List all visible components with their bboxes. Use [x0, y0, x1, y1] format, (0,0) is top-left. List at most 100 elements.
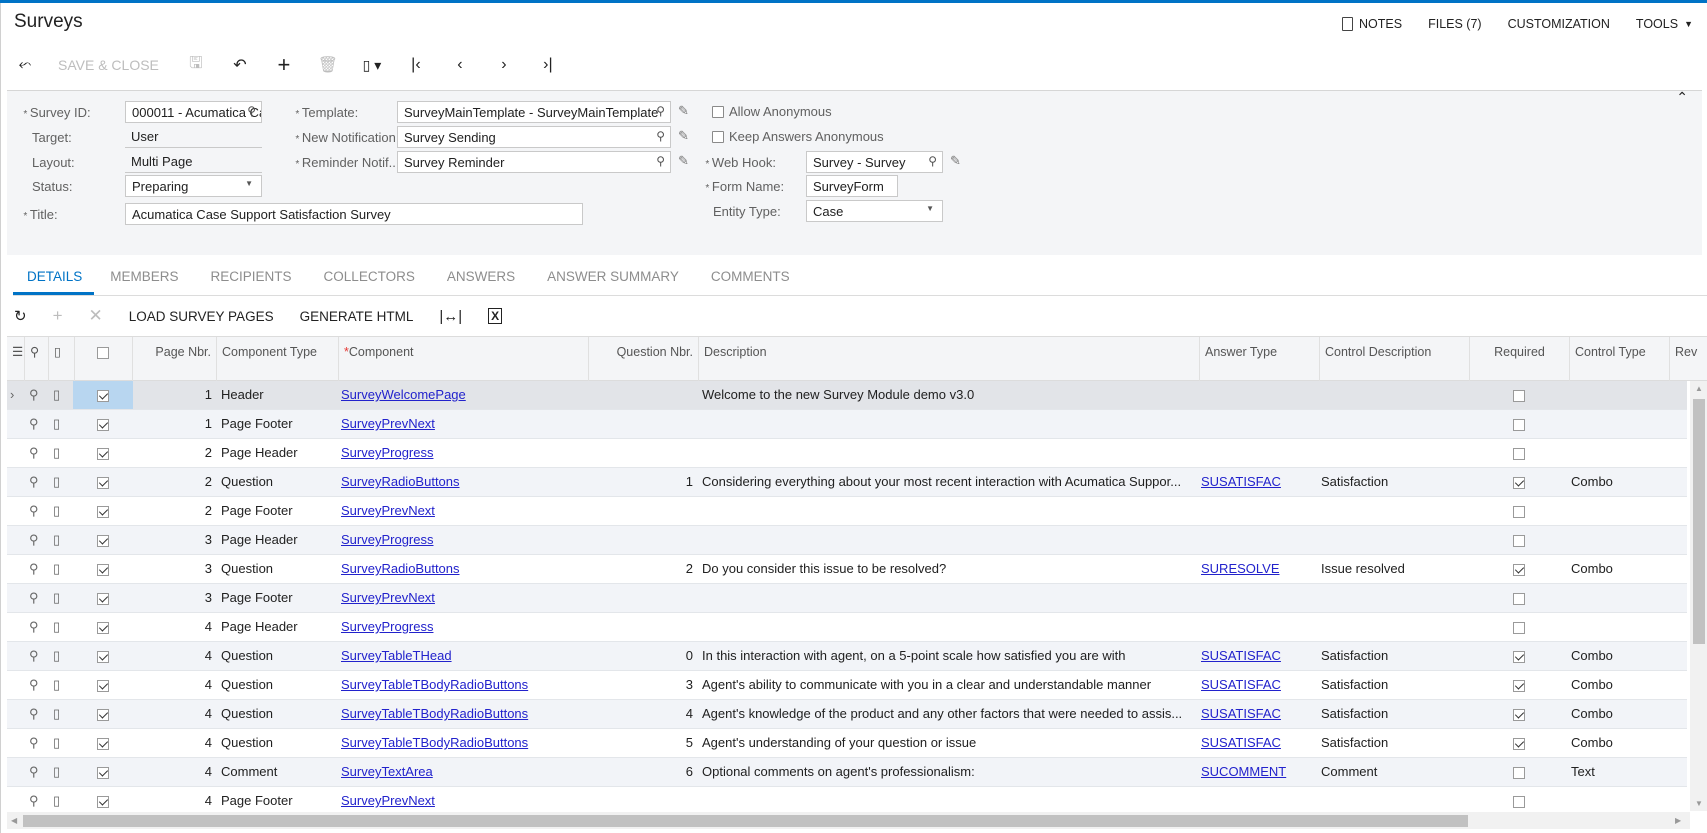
table-row[interactable]: ⚲ ▯ 4 Page Header SurveyProgress	[7, 613, 1687, 642]
required-checkbox[interactable]	[1513, 584, 1529, 612]
attachment-icon[interactable]: ⚲	[29, 613, 43, 641]
required-checkbox[interactable]	[1513, 555, 1529, 583]
answer-type-link[interactable]: SUSATISFAC	[1201, 468, 1316, 496]
scroll-left-icon[interactable]: ◀	[11, 816, 17, 825]
active-checkbox[interactable]	[97, 439, 113, 467]
checkbox-icon[interactable]	[712, 105, 724, 118]
edit-pencil-icon[interactable]: ✎	[678, 128, 689, 144]
component-link[interactable]: SurveyTableTBodyRadioButtons	[341, 729, 586, 757]
active-checkbox[interactable]	[97, 468, 113, 496]
active-checkbox[interactable]	[97, 671, 113, 699]
save-close-button[interactable]: SAVE & CLOSE	[58, 57, 159, 73]
component-link[interactable]: SurveyRadioButtons	[341, 468, 586, 496]
table-row[interactable]: ⚲ ▯ 4 Comment SurveyTextArea 6 Optional commen…	[7, 758, 1687, 787]
active-checkbox[interactable]	[97, 497, 113, 525]
save-icon[interactable]: 🖫	[185, 52, 207, 78]
required-checkbox[interactable]	[1513, 381, 1529, 409]
table-row[interactable]: ⚲ ▯ 3 Page Header SurveyProgress	[7, 526, 1687, 555]
table-row[interactable]: ⚲ ▯ 4 Question SurveyTableTHead 0 In this inte…	[7, 642, 1687, 671]
search-icon[interactable]: ⚲	[656, 154, 665, 168]
attachment-icon[interactable]: ⚲	[29, 497, 43, 525]
active-checkbox[interactable]	[97, 758, 113, 786]
answer-type-link[interactable]	[1201, 497, 1316, 525]
attachment-icon[interactable]: ⚲	[29, 729, 43, 757]
note-icon[interactable]: ▯	[53, 758, 67, 786]
note-icon[interactable]: ▯	[53, 526, 67, 554]
col-control-description[interactable]: Control Description	[1320, 337, 1470, 381]
horizontal-scrollbar[interactable]: ◀ ▶	[7, 812, 1690, 829]
table-row[interactable]: ⚲ ▯ 2 Page Footer SurveyPrevNext	[7, 497, 1687, 526]
last-record-icon[interactable]: ›|	[537, 52, 559, 78]
note-icon[interactable]: ▯	[53, 468, 67, 496]
allow-anonymous-checkbox[interactable]: Allow Anonymous	[712, 104, 832, 119]
attachment-icon[interactable]: ⚲	[29, 642, 43, 670]
active-checkbox[interactable]	[97, 787, 113, 815]
collapse-icon[interactable]: ⌃	[1676, 89, 1688, 106]
note-icon[interactable]: ▯	[53, 381, 67, 409]
tools-menu[interactable]: TOOLS ▼	[1636, 17, 1693, 31]
attachment-icon[interactable]: ⚲	[29, 584, 43, 612]
undo-icon[interactable]: ↶	[229, 52, 251, 78]
checkbox-icon[interactable]	[712, 130, 724, 143]
entity-type-select[interactable]: Case ▼	[806, 200, 943, 222]
note-icon[interactable]: ▯	[53, 787, 67, 815]
col-question-nbr[interactable]: Question Nbr.	[589, 337, 699, 381]
vertical-scroll-thumb[interactable]	[1693, 399, 1705, 644]
note-icon[interactable]: ▯	[53, 642, 67, 670]
component-link[interactable]: SurveyTextArea	[341, 758, 586, 786]
notes-link[interactable]: NOTES	[1342, 17, 1402, 31]
table-row[interactable]: ⚲ ▯ 3 Page Footer SurveyPrevNext	[7, 584, 1687, 613]
add-icon[interactable]: +	[273, 52, 295, 78]
web-hook-field[interactable]: Survey - Survey ⚲	[806, 151, 943, 173]
attachment-icon[interactable]: ⚲	[29, 439, 43, 467]
col-page-nbr[interactable]: Page Nbr.	[133, 337, 217, 381]
tab-collectors[interactable]: COLLECTORS	[308, 268, 431, 295]
answer-type-link[interactable]	[1201, 381, 1316, 409]
search-icon[interactable]: ⚲	[928, 154, 937, 168]
answer-type-link[interactable]	[1201, 410, 1316, 438]
new-notification-field[interactable]: Survey Sending ⚲	[397, 126, 671, 148]
export-excel-icon[interactable]: X	[488, 308, 503, 324]
required-checkbox[interactable]	[1513, 700, 1529, 728]
active-checkbox[interactable]	[97, 729, 113, 757]
component-link[interactable]: SurveyPrevNext	[341, 787, 586, 815]
answer-type-link[interactable]	[1201, 439, 1316, 467]
note-icon[interactable]: ▯	[53, 700, 67, 728]
component-link[interactable]: SurveyRadioButtons	[341, 555, 586, 583]
answer-type-link[interactable]: SUSATISFAC	[1201, 671, 1316, 699]
col-rev[interactable]: Rev	[1670, 337, 1707, 381]
component-link[interactable]: SurveyPrevNext	[341, 497, 586, 525]
edit-pencil-icon[interactable]: ✎	[678, 153, 689, 169]
note-icon[interactable]: ▯	[53, 555, 67, 583]
attachment-icon[interactable]: ⚲	[29, 555, 43, 583]
required-checkbox[interactable]	[1513, 613, 1529, 641]
table-row[interactable]: ⚲ ▯ 3 Question SurveyRadioButtons 2 Do you con…	[7, 555, 1687, 584]
required-checkbox[interactable]	[1513, 642, 1529, 670]
tab-answer-summary[interactable]: ANSWER SUMMARY	[531, 268, 695, 295]
attachment-icon[interactable]: ⚲	[29, 671, 43, 699]
required-checkbox[interactable]	[1513, 787, 1529, 815]
attachment-icon[interactable]: ⚲	[29, 526, 43, 554]
select-all-checkbox[interactable]	[75, 337, 133, 381]
tab-comments[interactable]: COMMENTS	[695, 268, 806, 295]
note-icon[interactable]: ▯	[53, 497, 67, 525]
title-field[interactable]: Acumatica Case Support Satisfaction Surv…	[125, 203, 583, 225]
component-link[interactable]: SurveyTableTBodyRadioButtons	[341, 671, 586, 699]
tab-details[interactable]: DETAILS	[13, 268, 95, 295]
first-record-icon[interactable]: |‹	[405, 52, 427, 78]
previous-record-icon[interactable]: ‹	[449, 52, 471, 78]
status-select[interactable]: Preparing ▼	[125, 175, 262, 197]
required-checkbox[interactable]	[1513, 526, 1529, 554]
required-checkbox[interactable]	[1513, 468, 1529, 496]
search-icon[interactable]: ⚲	[656, 104, 665, 118]
component-link[interactable]: SurveyProgress	[341, 613, 586, 641]
delete-row-icon[interactable]: ✕	[89, 306, 103, 326]
note-icon[interactable]: ▯	[53, 584, 67, 612]
form-name-field[interactable]: SurveyForm	[806, 175, 898, 197]
note-icon[interactable]: ▯	[53, 439, 67, 467]
delete-icon[interactable]: 🗑	[317, 52, 339, 78]
survey-id-field[interactable]: 000011 - Acumatica Case Support Satisfac…	[125, 101, 262, 123]
reminder-notification-field[interactable]: Survey Reminder ⚲	[397, 151, 671, 173]
answer-type-link[interactable]: SURESOLVE	[1201, 555, 1316, 583]
load-survey-pages-button[interactable]: LOAD SURVEY PAGES	[129, 309, 274, 324]
